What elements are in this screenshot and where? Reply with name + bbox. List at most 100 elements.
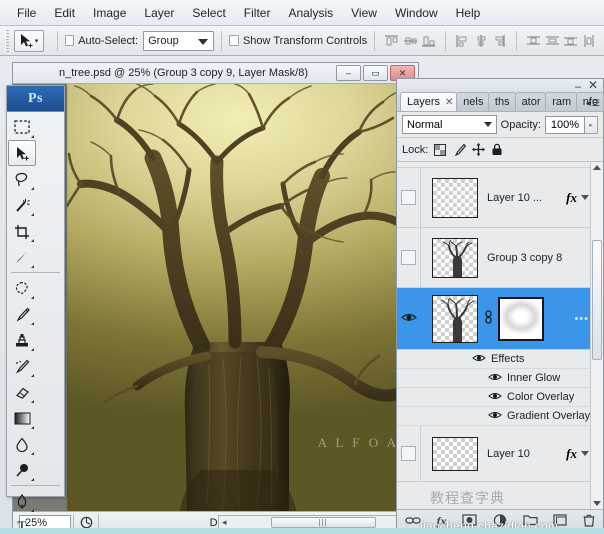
align-vertical-centers-button[interactable] <box>401 30 420 52</box>
history-brush-tool[interactable] <box>8 353 36 379</box>
lock-transparent-pixels-button[interactable] <box>433 143 447 157</box>
fx-icon[interactable]: fx <box>566 190 577 206</box>
eye-icon-off[interactable] <box>401 446 416 461</box>
distribute-bottom-edges-button[interactable] <box>562 30 581 52</box>
panel-menu-button[interactable]: ◂ ☰ <box>586 98 600 109</box>
healing-brush-tool[interactable] <box>8 275 36 301</box>
link-mask-icon[interactable] <box>483 310 493 327</box>
dodge-tool[interactable] <box>8 457 36 483</box>
table-row[interactable]: ••• <box>397 288 603 350</box>
eye-icon[interactable] <box>472 353 486 366</box>
menu-analysis[interactable]: Analysis <box>279 3 342 23</box>
layer-mask-thumbnail[interactable] <box>498 296 544 341</box>
menu-file[interactable]: File <box>8 3 45 23</box>
align-top-edges-button[interactable] <box>382 30 401 52</box>
canvas-area[interactable]: A L F O A <box>13 84 420 513</box>
layer-thumbnail[interactable] <box>432 237 478 278</box>
current-tool-preview[interactable]: ▾ <box>14 29 44 52</box>
table-row[interactable]: Group 3 copy 8 <box>397 228 603 288</box>
tab-histogram[interactable]: ram <box>545 92 577 111</box>
layer-visibility-cell[interactable] <box>397 288 421 349</box>
lock-all-button[interactable] <box>490 143 504 157</box>
tab-paths[interactable]: ths <box>487 92 516 111</box>
layer-visibility-cell[interactable] <box>397 426 421 481</box>
layer-thumbnail-cell[interactable] <box>421 237 478 278</box>
vertical-scroll-thumb[interactable] <box>592 240 602 360</box>
options-bar-grip[interactable] <box>5 29 10 52</box>
eye-icon[interactable] <box>488 391 502 404</box>
distribute-top-edges-button[interactable] <box>524 30 543 52</box>
menu-help[interactable]: Help <box>447 3 490 23</box>
scroll-left-arrow[interactable]: ◂ <box>222 517 227 528</box>
menu-select[interactable]: Select <box>183 3 234 23</box>
panel-title-bar[interactable]: – ✕ <box>397 78 603 93</box>
pen-tool[interactable] <box>8 488 36 514</box>
eraser-tool[interactable] <box>8 379 36 405</box>
auto-select-dropdown[interactable]: Group <box>143 30 215 51</box>
eye-icon-on[interactable] <box>401 312 417 326</box>
tab-close-icon[interactable]: ✕ <box>445 97 453 108</box>
lock-image-pixels-button[interactable] <box>452 143 466 157</box>
layer-thumbnail[interactable] <box>432 294 478 343</box>
menu-image[interactable]: Image <box>84 3 135 23</box>
lock-position-button[interactable] <box>471 143 485 157</box>
align-bottom-edges-button[interactable] <box>419 30 438 52</box>
menu-layer[interactable]: Layer <box>135 3 183 23</box>
layer-effects-group[interactable]: Effects <box>397 350 603 369</box>
layer-thumbnail[interactable] <box>432 177 478 218</box>
menu-filter[interactable]: Filter <box>235 3 280 23</box>
expand-fx-caret-icon[interactable] <box>581 195 589 200</box>
maximize-button[interactable]: ▭ <box>363 65 388 81</box>
align-left-edges-button[interactable] <box>453 30 472 52</box>
distribute-left-edges-button[interactable] <box>580 30 599 52</box>
link-layers-button[interactable] <box>405 515 421 529</box>
opacity-slider-button[interactable]: ▸ <box>585 115 598 134</box>
layer-effect-inner-glow[interactable]: Inner Glow <box>397 369 603 388</box>
layer-effect-gradient-overlay[interactable]: Gradient Overlay <box>397 407 603 426</box>
auto-select-checkbox[interactable] <box>64 35 75 46</box>
brush-tool[interactable] <box>8 301 36 327</box>
align-horizontal-centers-button[interactable] <box>472 30 491 52</box>
tab-channels[interactable]: nels <box>456 92 489 111</box>
layer-thumbnail[interactable] <box>432 436 478 471</box>
tab-navigator[interactable]: ator <box>514 92 547 111</box>
layer-name[interactable]: Group 3 copy 8 <box>487 252 603 264</box>
layer-list[interactable]: Layer 10 ... fx Group 3 copy 8 ••• Effec… <box>397 162 603 509</box>
table-row[interactable]: Layer 10 ... fx <box>397 168 603 228</box>
document-title-bar[interactable]: n_tree.psd @ 25% (Group 3 copy 9, Layer … <box>13 63 418 84</box>
layer-thumbnail-cell[interactable] <box>421 177 478 218</box>
scroll-up-arrow-icon[interactable] <box>593 165 601 170</box>
crop-tool[interactable] <box>8 218 36 244</box>
layer-thumbnail-cell[interactable] <box>421 294 544 343</box>
table-row[interactable]: Layer 10 fx <box>397 426 603 482</box>
menu-window[interactable]: Window <box>386 3 447 23</box>
blur-tool[interactable] <box>8 431 36 457</box>
show-transform-checkbox[interactable] <box>229 35 239 46</box>
distribute-vertical-centers-button[interactable] <box>543 30 562 52</box>
opacity-value-field[interactable]: 100% <box>545 115 585 134</box>
magic-wand-tool[interactable] <box>8 192 36 218</box>
slice-tool[interactable] <box>8 244 36 270</box>
layer-thumbnail-cell[interactable] <box>421 436 478 471</box>
marquee-tool[interactable] <box>8 114 36 140</box>
menu-view[interactable]: View <box>342 3 386 23</box>
align-right-edges-button[interactable] <box>490 30 509 52</box>
eye-icon[interactable] <box>488 372 502 385</box>
fx-icon[interactable]: fx <box>566 446 577 462</box>
layers-vertical-scrollbar[interactable] <box>590 162 603 509</box>
lasso-tool[interactable] <box>8 166 36 192</box>
layer-visibility-cell[interactable] <box>397 168 421 227</box>
tab-layers[interactable]: Layers ✕ <box>400 92 458 111</box>
eye-icon[interactable] <box>488 410 502 423</box>
gradient-tool[interactable] <box>8 405 36 431</box>
layer-name[interactable]: Layer 10 ... <box>487 192 566 204</box>
minimize-button[interactable]: – <box>336 65 361 81</box>
layer-name[interactable]: Layer 10 <box>487 448 566 460</box>
eye-icon-off[interactable] <box>401 250 416 265</box>
horizontal-scroll-thumb[interactable]: ||| <box>270 517 376 528</box>
clone-stamp-tool[interactable] <box>8 327 36 353</box>
layer-effect-color-overlay[interactable]: Color Overlay <box>397 388 603 407</box>
blend-mode-dropdown[interactable]: Normal <box>402 115 497 134</box>
layer-visibility-cell[interactable] <box>397 228 421 287</box>
eye-icon-off[interactable] <box>401 190 416 205</box>
